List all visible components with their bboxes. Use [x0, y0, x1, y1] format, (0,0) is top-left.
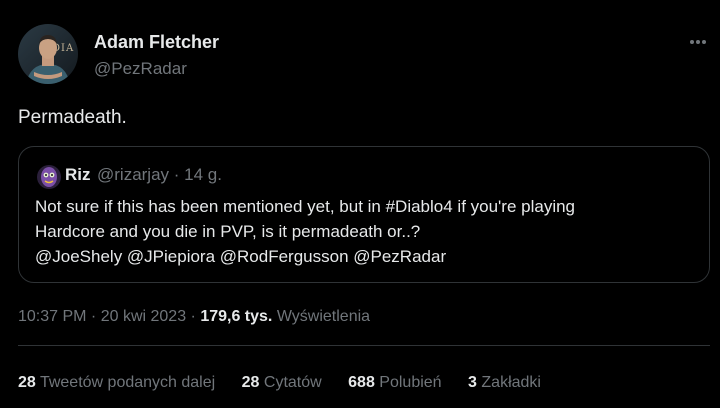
bookmarks-stat[interactable]: 3 Zakładki [468, 374, 541, 392]
tweet-card: DIA Adam Fletcher @PezRadar Permadeath. [0, 0, 720, 408]
quote-author-name[interactable]: Riz [65, 165, 91, 185]
retweets-label: Tweetów podanych dalej [39, 374, 216, 391]
retweets-count: 28 [18, 374, 36, 391]
quotes-count: 28 [241, 374, 260, 391]
likes-label: Polubień [379, 374, 442, 391]
quotes-label: Cytatów [263, 374, 322, 391]
more-button[interactable] [684, 32, 712, 52]
divider [18, 345, 710, 346]
author-name[interactable]: Adam Fletcher [94, 32, 219, 53]
author-avatar-image: DIA [18, 24, 78, 84]
tweet-time-date[interactable]: 10:37 PM · 20 kwi 2023 · [18, 308, 200, 325]
likes-stat[interactable]: 688 Polubień [348, 374, 441, 392]
views-count: 179,6 tys. [200, 308, 273, 325]
more-icon [690, 40, 706, 44]
tweet-meta: 10:37 PM · 20 kwi 2023 · 179,6 tys. Wyśw… [18, 308, 370, 326]
quote-avatar-image [37, 165, 61, 189]
quote-text-line-2: Hardcore and you die in PVP, is it perma… [35, 222, 421, 241]
quote-text-line-3[interactable]: @JoeShely @JPiepiora @RodFergusson @PezR… [35, 247, 446, 267]
retweets-stat[interactable]: 28 Tweetów podanych dalej [18, 374, 215, 392]
bookmarks-label: Zakładki [481, 374, 541, 391]
tweet-text: Permadeath. [18, 107, 127, 128]
tweet-stats: 28 Tweetów podanych dalej 28 Cytatów 688… [18, 374, 563, 392]
views-label: Wyświetlenia [272, 308, 371, 325]
quote-author-handle-time[interactable]: @rizarjay · 14 g. [97, 165, 222, 185]
bookmarks-count: 3 [468, 374, 477, 391]
author-handle[interactable]: @PezRadar [94, 59, 187, 79]
quotes-stat[interactable]: 28 Cytatów [242, 374, 322, 392]
author-avatar[interactable]: DIA [18, 24, 78, 84]
quote-text-line-1: Not sure if this has been mentioned yet,… [35, 197, 576, 216]
quote-avatar[interactable] [37, 165, 61, 189]
quoted-tweet[interactable]: Riz @rizarjay · 14 g. Not sure if this h… [18, 146, 710, 283]
likes-count: 688 [348, 374, 375, 391]
